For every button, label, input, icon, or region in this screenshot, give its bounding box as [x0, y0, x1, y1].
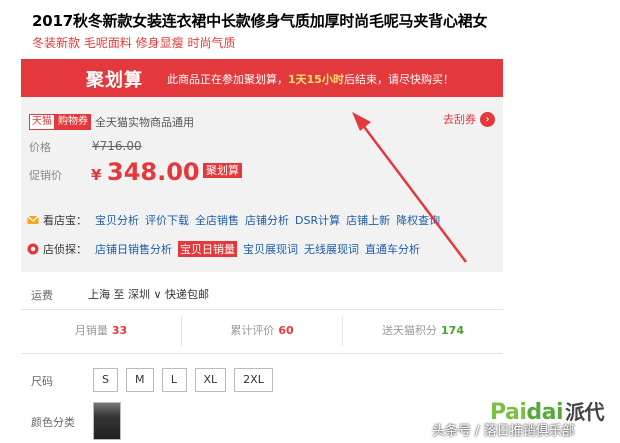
size-label: 尺码 [31, 375, 53, 388]
watermark-caption: 头条号 / 落日推销俱乐部 [432, 424, 575, 439]
size-options: S M L XL 2XL [93, 368, 273, 392]
size-option-2xl[interactable]: 2XL [234, 368, 273, 392]
size-option-m[interactable]: M [126, 368, 154, 392]
divider [21, 309, 503, 310]
color-label: 颜色分类 [31, 416, 75, 429]
divider [21, 353, 503, 354]
stat-total-reviews[interactable]: 累计评价 60 [182, 316, 343, 346]
stat-tmall-points: 送天猫积分 174 [382, 324, 464, 337]
shipping-label: 运费 [31, 289, 53, 302]
color-swatch-thumbnail[interactable] [93, 402, 121, 440]
size-option-xl[interactable]: XL [194, 368, 227, 392]
stat-monthly-sales: 月销量 33 [21, 316, 182, 346]
size-option-l[interactable]: L [161, 368, 187, 392]
sales-stats: 月销量 33 累计评价 60 送天猫积分 174 [21, 316, 503, 346]
shipping-destination-select[interactable]: 上海 至 深圳 ∨ 快递包邮 [88, 286, 209, 302]
size-option-s[interactable]: S [93, 368, 118, 392]
